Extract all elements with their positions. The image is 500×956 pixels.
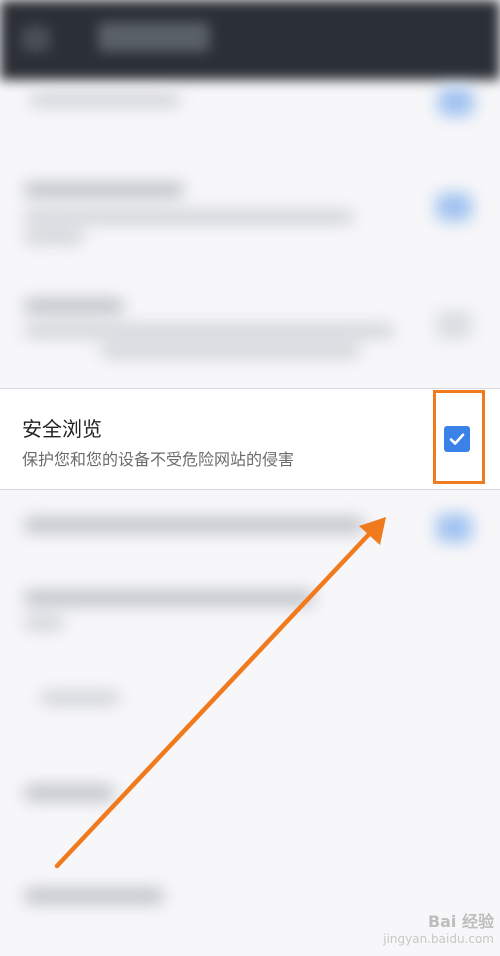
watermark-brand: Bai 经验	[427, 912, 494, 931]
annotation-highlight-box	[433, 390, 485, 484]
app-toolbar	[0, 0, 500, 80]
safe-browsing-title: 安全浏览	[22, 417, 102, 441]
blurred-setting-row	[0, 770, 500, 840]
blurred-setting-row	[0, 500, 500, 560]
blurred-setting-row	[0, 165, 500, 255]
safe-browsing-setting-row[interactable]: 安全浏览 保护您和您的设备不受危险网站的侵害	[0, 388, 500, 490]
blurred-setting-row	[0, 80, 500, 140]
safe-browsing-description: 保护您和您的设备不受危险网站的侵害	[22, 450, 295, 469]
blurred-setting-row	[0, 285, 500, 375]
baidu-jingyan-watermark: Bai 经验 jingyan.baidu.com	[383, 908, 494, 946]
back-icon[interactable]	[22, 26, 50, 52]
toolbar-title	[98, 22, 210, 52]
watermark-url: jingyan.baidu.com	[383, 932, 494, 946]
blurred-setting-row	[0, 575, 500, 645]
blurred-setting-row	[0, 680, 500, 730]
